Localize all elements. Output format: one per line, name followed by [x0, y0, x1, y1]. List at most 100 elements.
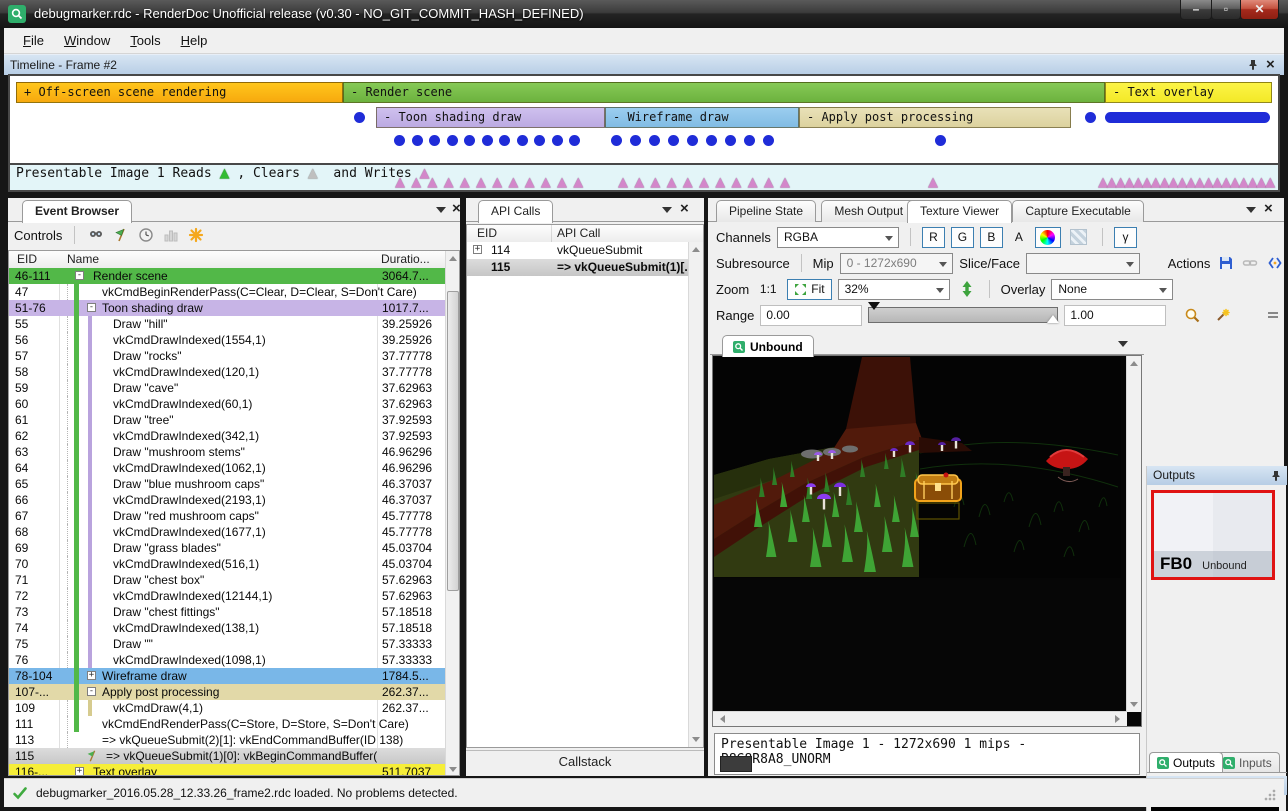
- event-row-67[interactable]: 67Draw "red mushroom caps"45.77778: [9, 508, 445, 524]
- usage-write-triangle[interactable]: ▲: [634, 176, 644, 189]
- collapse-expander-icon[interactable]: -: [75, 271, 84, 280]
- usage-write-triangle[interactable]: ▲: [683, 176, 693, 189]
- expand-expander-icon[interactable]: +: [75, 767, 84, 776]
- checker-backdrop-toggle[interactable]: [1067, 227, 1091, 248]
- timeline-marker--render-scene[interactable]: - Render scene: [343, 82, 1105, 103]
- timeline-draw-dot[interactable]: [499, 135, 510, 146]
- timeline-marker--wireframe-draw[interactable]: - Wireframe draw: [605, 107, 799, 128]
- usage-write-triangle[interactable]: ▲: [395, 176, 405, 189]
- bookmark-flag-icon[interactable]: [112, 226, 130, 244]
- range-max-input[interactable]: 1.00: [1064, 305, 1166, 326]
- timeline-draw-dot[interactable]: [429, 135, 440, 146]
- usage-write-triangle[interactable]: ▲: [557, 176, 567, 189]
- api-calls-vscrollbar[interactable]: [688, 242, 703, 747]
- col-duration[interactable]: Duratio...: [381, 252, 430, 266]
- usage-write-triangle[interactable]: ▲: [780, 176, 790, 189]
- timeline-marker--text-overlay[interactable]: - Text overlay: [1105, 82, 1272, 103]
- viewport-hscrollbar[interactable]: [713, 711, 1127, 726]
- channel-r-toggle[interactable]: R: [922, 227, 945, 248]
- timeline-draw-pill[interactable]: [1105, 112, 1270, 123]
- event-row-64[interactable]: 64vkCmdDrawIndexed(1062,1)46.96296: [9, 460, 445, 476]
- usage-write-triangle[interactable]: ▲: [492, 176, 502, 189]
- tab-inputs[interactable]: Inputs: [1215, 752, 1280, 772]
- timeline-draw-dot[interactable]: [706, 135, 717, 146]
- col-api-call[interactable]: API Call: [557, 226, 600, 240]
- expand-expander-icon[interactable]: +: [473, 245, 482, 254]
- usage-write-triangle[interactable]: ▲: [699, 176, 709, 189]
- usage-write-triangle[interactable]: ▲: [650, 176, 660, 189]
- flip-y-icon[interactable]: [956, 281, 978, 297]
- timeline-draw-dot[interactable]: [354, 112, 365, 123]
- menu-window[interactable]: Window: [55, 30, 119, 51]
- timeline-draw-dot[interactable]: [725, 135, 736, 146]
- timeline-draw-dot[interactable]: [482, 135, 493, 146]
- timeline-draw-dot[interactable]: [517, 135, 528, 146]
- usage-write-triangle[interactable]: ▲: [508, 176, 518, 189]
- timeline-draw-dot[interactable]: [569, 135, 580, 146]
- usage-write-triangle[interactable]: ▲: [928, 176, 938, 189]
- event-row-70[interactable]: 70vkCmdDrawIndexed(516,1)45.03704: [9, 556, 445, 572]
- tab-unbound-texture[interactable]: Unbound: [722, 335, 814, 357]
- menu-file[interactable]: File: [14, 30, 53, 51]
- event-row-60[interactable]: 60vkCmdDrawIndexed(60,1)37.62963: [9, 396, 445, 412]
- usage-write-triangle[interactable]: ▲: [476, 176, 486, 189]
- dock-menu-caret-icon[interactable]: [1246, 207, 1256, 213]
- event-row-65[interactable]: 65Draw "blue mushroom caps"46.37037: [9, 476, 445, 492]
- dock-menu-caret-icon[interactable]: [662, 207, 672, 213]
- usage-write-triangle[interactable]: ▲: [427, 176, 437, 189]
- color-wheel-toggle[interactable]: [1035, 227, 1061, 248]
- timeline-draw-dot[interactable]: [744, 135, 755, 146]
- fit-toggle[interactable]: Fit: [787, 279, 831, 300]
- zoom-level-select[interactable]: 32%: [838, 279, 950, 300]
- resize-grip[interactable]: [1264, 789, 1276, 801]
- col-eid[interactable]: EID: [477, 226, 497, 240]
- usage-write-triangle[interactable]: ▲: [444, 176, 454, 189]
- usage-write-triangle[interactable]: ▲: [411, 176, 421, 189]
- timeline-draw-dot[interactable]: [935, 135, 946, 146]
- event-row-115[interactable]: 115=> vkQueueSubmit(1)[0]: vkBeginComman…: [9, 748, 445, 764]
- usage-write-triangle[interactable]: ▲: [573, 176, 583, 189]
- col-name[interactable]: Name: [67, 252, 99, 266]
- usage-write-triangle[interactable]: ▲: [541, 176, 551, 189]
- event-row-55[interactable]: 55Draw "hill"39.25926: [9, 316, 445, 332]
- expand-expander-icon[interactable]: +: [87, 671, 96, 680]
- timeline-draw-dot[interactable]: [611, 135, 622, 146]
- usage-write-triangle[interactable]: ▲: [618, 176, 628, 189]
- usage-write-triangle[interactable]: ▲: [748, 176, 758, 189]
- viewport-vscrollbar[interactable]: [1126, 356, 1141, 712]
- autofit-zoom-icon[interactable]: [1180, 307, 1204, 324]
- usage-write-triangle[interactable]: ▲: [715, 176, 725, 189]
- close-button[interactable]: ✕: [1240, 0, 1279, 20]
- event-row-74[interactable]: 74vkCmdDrawIndexed(138,1)57.18518: [9, 620, 445, 636]
- timeline-draw-dot[interactable]: [649, 135, 660, 146]
- overlay-select[interactable]: None: [1051, 279, 1173, 300]
- timeline-draw-dot[interactable]: [630, 135, 641, 146]
- api-call-row-114[interactable]: +114vkQueueSubmit: [467, 242, 688, 259]
- tab-api-calls[interactable]: API Calls: [478, 200, 553, 223]
- event-row-46-111[interactable]: 46-111-Render scene3064.7...: [9, 268, 445, 284]
- time-draws-icon[interactable]: [137, 226, 155, 244]
- event-row-62[interactable]: 62vkCmdDrawIndexed(342,1)37.92593: [9, 428, 445, 444]
- timeline-draw-dot[interactable]: [763, 135, 774, 146]
- pin-icon[interactable]: [1271, 470, 1281, 481]
- event-row-51-76[interactable]: 51-76-Toon shading draw1017.7...: [9, 300, 445, 316]
- timeline-canvas[interactable]: + Off-screen scene rendering- Render sce…: [8, 74, 1280, 163]
- event-row-56[interactable]: 56vkCmdDrawIndexed(1554,1)39.25926: [9, 332, 445, 348]
- tab-event-browser[interactable]: Event Browser: [22, 200, 132, 223]
- range-black-point-handle[interactable]: [868, 302, 880, 310]
- texture-viewer-close-icon[interactable]: ×: [1264, 202, 1273, 216]
- event-row-78-104[interactable]: 78-104+Wireframe draw1784.5...: [9, 668, 445, 684]
- usage-write-triangle[interactable]: ▲: [731, 176, 741, 189]
- channel-b-toggle[interactable]: B: [980, 227, 1003, 248]
- collapse-expander-icon[interactable]: -: [87, 303, 96, 312]
- event-row-73[interactable]: 73Draw "chest fittings"57.18518: [9, 604, 445, 620]
- event-row-109[interactable]: 109vkCmdDraw(4,1)262.37...: [9, 700, 445, 716]
- open-in-code-icon[interactable]: [1265, 255, 1284, 271]
- timeline-draw-dot[interactable]: [464, 135, 475, 146]
- fb0-output-thumbnail[interactable]: FB0 Unbound: [1151, 490, 1275, 580]
- event-row-76[interactable]: 76vkCmdDrawIndexed(1098,1)57.33333: [9, 652, 445, 668]
- event-row-111[interactable]: 111vkCmdEndRenderPass(C=Store, D=Store, …: [9, 716, 445, 732]
- channel-g-toggle[interactable]: G: [951, 227, 974, 248]
- usage-write-triangle[interactable]: ▲: [764, 176, 774, 189]
- channel-a-toggle[interactable]: A: [1009, 227, 1029, 248]
